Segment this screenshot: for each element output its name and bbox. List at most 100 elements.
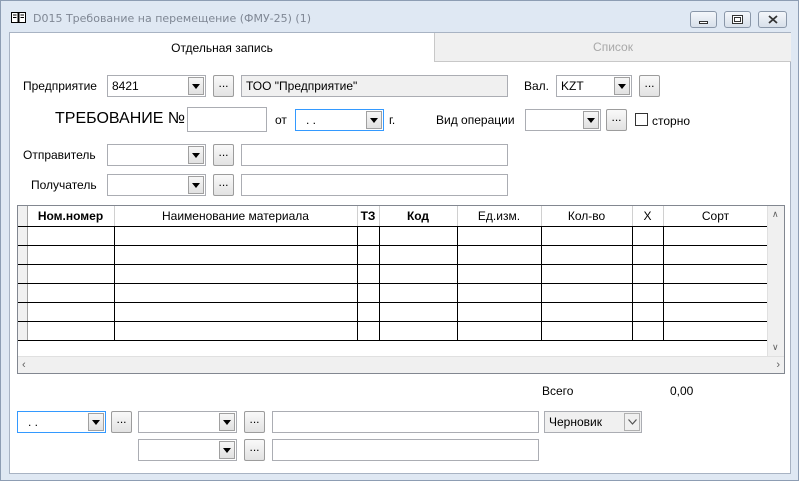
table-cell[interactable] (457, 245, 542, 265)
table-cell[interactable] (632, 264, 664, 284)
table-cell[interactable] (379, 226, 458, 246)
close-button[interactable] (758, 11, 787, 28)
table-cell[interactable] (379, 283, 458, 303)
scroll-down-icon[interactable]: ∨ (772, 342, 779, 353)
materials-grid[interactable]: Ном.номер Наименование материала ТЗ Код … (17, 205, 785, 374)
table-cell[interactable] (357, 226, 380, 246)
table-cell[interactable] (379, 245, 458, 265)
table-cell[interactable] (541, 283, 633, 303)
operation-type-combo[interactable] (525, 109, 601, 131)
table-row[interactable] (18, 321, 769, 341)
table-cell[interactable] (114, 245, 358, 265)
footer-lookup-button-3[interactable]: ... (244, 439, 265, 461)
footer-text-field-1[interactable] (272, 411, 539, 433)
table-cell[interactable] (663, 264, 769, 284)
tab-list[interactable]: Список (434, 33, 791, 62)
chevron-down-icon[interactable] (366, 111, 382, 129)
chevron-down-icon[interactable] (624, 413, 640, 431)
chevron-down-icon[interactable] (583, 111, 599, 129)
table-cell[interactable] (632, 226, 664, 246)
sender-combo[interactable] (107, 144, 206, 166)
table-cell[interactable] (457, 264, 542, 284)
table-cell[interactable] (357, 264, 380, 284)
table-cell[interactable] (457, 283, 542, 303)
receiver-name-field[interactable] (241, 174, 508, 196)
receiver-lookup-button[interactable]: ... (213, 174, 234, 196)
scroll-left-icon[interactable]: ‹ (22, 359, 26, 371)
table-cell[interactable] (379, 264, 458, 284)
table-cell[interactable] (663, 321, 769, 341)
table-cell[interactable] (663, 245, 769, 265)
chevron-down-icon[interactable] (219, 413, 235, 431)
table-row[interactable] (18, 245, 769, 265)
receiver-combo[interactable] (107, 174, 206, 196)
row-indicator[interactable] (18, 283, 28, 303)
table-row[interactable] (18, 283, 769, 303)
table-cell[interactable] (27, 283, 115, 303)
currency-combo[interactable]: KZT (556, 75, 632, 97)
table-cell[interactable] (663, 283, 769, 303)
column-header[interactable]: Ед.изм. (457, 206, 542, 227)
table-cell[interactable] (379, 321, 458, 341)
column-header[interactable]: Х (632, 206, 664, 227)
table-cell[interactable] (114, 264, 358, 284)
column-header[interactable]: Наименование материала (114, 206, 358, 227)
table-cell[interactable] (663, 226, 769, 246)
table-row[interactable] (18, 264, 769, 284)
table-cell[interactable] (541, 302, 633, 322)
chevron-down-icon[interactable] (188, 146, 204, 164)
scroll-right-icon[interactable]: › (776, 359, 780, 371)
tab-single-record[interactable]: Отдельная запись (10, 33, 434, 62)
grid-vertical-scrollbar[interactable]: ∧ ∨ (767, 206, 784, 356)
chevron-down-icon[interactable] (88, 413, 104, 431)
table-cell[interactable] (632, 245, 664, 265)
storno-checkbox[interactable] (635, 113, 648, 126)
footer-combo-3[interactable] (138, 439, 237, 461)
table-cell[interactable] (114, 283, 358, 303)
enterprise-lookup-button[interactable]: ... (213, 75, 234, 97)
sender-lookup-button[interactable]: ... (213, 144, 234, 166)
table-cell[interactable] (114, 226, 358, 246)
table-cell[interactable] (27, 226, 115, 246)
row-indicator[interactable] (18, 321, 28, 341)
chevron-down-icon[interactable] (614, 77, 630, 95)
table-cell[interactable] (357, 302, 380, 322)
column-header[interactable]: Код (379, 206, 458, 227)
table-cell[interactable] (379, 302, 458, 322)
minimize-button[interactable] (690, 11, 717, 28)
enterprise-combo[interactable]: 8421 (107, 75, 206, 97)
footer-lookup-button-2[interactable]: ... (244, 411, 265, 433)
row-indicator[interactable] (18, 264, 28, 284)
column-header[interactable]: Сорт (663, 206, 769, 227)
table-cell[interactable] (632, 302, 664, 322)
column-header[interactable]: Ном.номер (27, 206, 115, 227)
column-header[interactable]: Кол-во (541, 206, 633, 227)
document-number-input[interactable] (187, 107, 267, 132)
chevron-down-icon[interactable] (188, 176, 204, 194)
footer-combo-2[interactable] (138, 411, 237, 433)
table-cell[interactable] (457, 321, 542, 341)
footer-text-field-2[interactable] (272, 439, 539, 461)
footer-date-picker[interactable]: . . (17, 411, 106, 433)
table-cell[interactable] (27, 321, 115, 341)
table-cell[interactable] (457, 302, 542, 322)
sender-name-field[interactable] (241, 144, 508, 166)
table-cell[interactable] (27, 264, 115, 284)
chevron-down-icon[interactable] (188, 77, 204, 95)
table-cell[interactable] (27, 245, 115, 265)
table-cell[interactable] (632, 283, 664, 303)
row-indicator[interactable] (18, 245, 28, 265)
table-row[interactable] (18, 302, 769, 322)
table-cell[interactable] (357, 321, 380, 341)
scroll-up-icon[interactable]: ∧ (772, 209, 779, 220)
table-cell[interactable] (541, 321, 633, 341)
table-row[interactable] (18, 226, 769, 246)
column-header[interactable]: ТЗ (357, 206, 380, 227)
table-cell[interactable] (632, 321, 664, 341)
table-cell[interactable] (27, 302, 115, 322)
row-indicator[interactable] (18, 226, 28, 246)
chevron-down-icon[interactable] (219, 441, 235, 459)
document-date-picker[interactable]: . . (295, 109, 384, 131)
table-cell[interactable] (357, 283, 380, 303)
table-cell[interactable] (457, 226, 542, 246)
